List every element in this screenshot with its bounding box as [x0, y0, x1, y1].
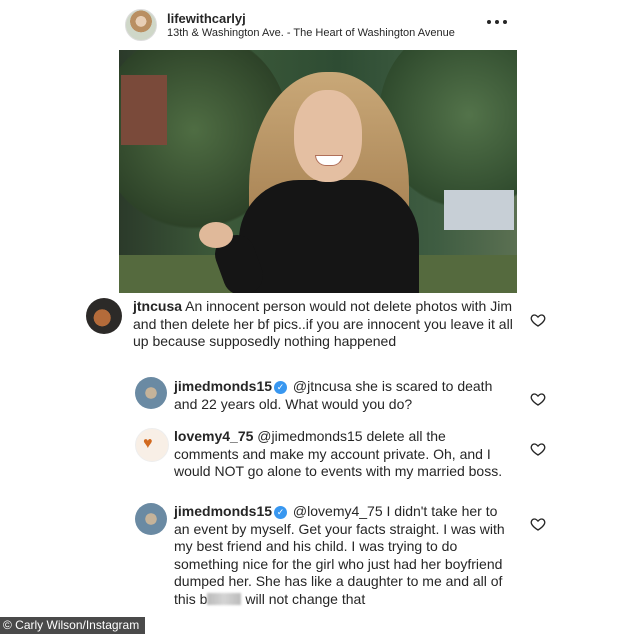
comment-username[interactable]: jimedmonds15	[174, 503, 272, 519]
photo-building	[444, 190, 514, 230]
like-comment-button[interactable]	[530, 441, 546, 457]
verified-badge-icon: ✓	[274, 381, 288, 394]
more-options-icon	[487, 20, 491, 24]
like-comment-button[interactable]	[530, 312, 546, 328]
reply-comment: jimedmonds15 ✓ @jtncusa she is scared to …	[174, 378, 504, 413]
photo-person-face	[294, 90, 362, 182]
heart-outline-icon	[530, 314, 546, 327]
photo-person-hand	[199, 222, 233, 248]
photo-house	[121, 75, 167, 145]
heart-outline-icon	[530, 518, 546, 531]
comment-username[interactable]: lovemy4_75	[174, 428, 253, 444]
verified-badge-icon: ✓	[274, 506, 288, 519]
commenter-avatar[interactable]	[135, 377, 167, 409]
more-options-icon-dot	[495, 20, 499, 24]
heart-outline-icon	[530, 393, 546, 406]
more-options-icon-dot	[503, 20, 507, 24]
comment-username[interactable]: jtncusa	[133, 298, 182, 314]
comment: jtncusa An innocent person would not del…	[133, 298, 513, 351]
post-photo[interactable]	[119, 50, 517, 293]
poster-username[interactable]: lifewithcarlyj	[167, 11, 246, 26]
photo-person-body	[239, 180, 419, 293]
comment-mention[interactable]: @jtncusa	[293, 378, 352, 394]
commenter-avatar[interactable]: ♥	[135, 428, 169, 462]
reply-comment: lovemy4_75 @jimedmonds15 delete all the …	[174, 428, 504, 481]
image-credit: © Carly Wilson/Instagram	[0, 617, 146, 634]
comment-mention[interactable]: @lovemy4_75	[293, 503, 383, 519]
like-comment-button[interactable]	[530, 516, 546, 532]
poster-avatar[interactable]	[125, 9, 157, 41]
commenter-avatar[interactable]	[86, 298, 122, 334]
like-comment-button[interactable]	[530, 391, 546, 407]
heart-outline-icon	[530, 443, 546, 456]
comment-mention[interactable]: @jimedmonds15	[257, 428, 362, 444]
post-location[interactable]: 13th & Washington Ave. - The Heart of Wa…	[167, 27, 455, 39]
commenter-avatar[interactable]	[135, 503, 167, 535]
comment-text-continued: will not change that	[241, 590, 366, 607]
reply-comment: jimedmonds15 ✓ @lovemy4_75 I didn't take …	[174, 503, 514, 609]
heart-avatar-icon: ♥	[143, 435, 153, 452]
comment-username[interactable]: jimedmonds15	[174, 378, 272, 394]
comment-text: An innocent person would not delete phot…	[133, 298, 513, 350]
censored-word	[207, 592, 242, 605]
more-options-button[interactable]	[485, 16, 509, 28]
